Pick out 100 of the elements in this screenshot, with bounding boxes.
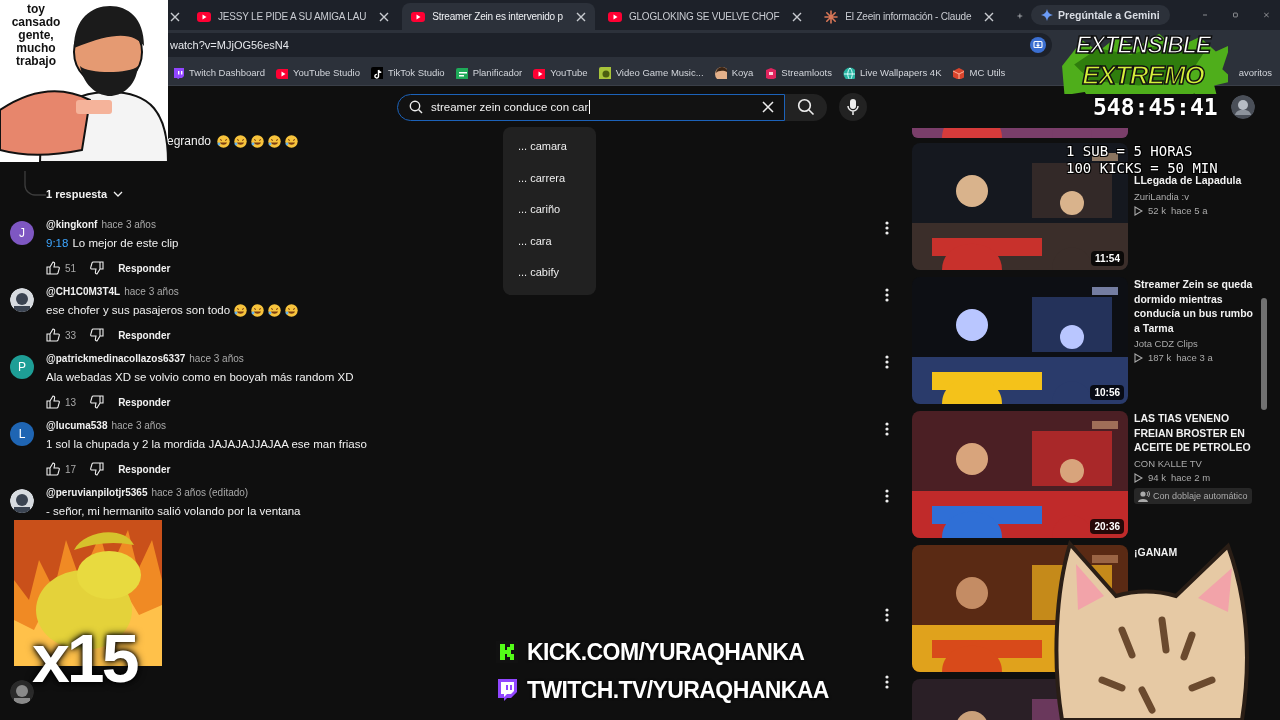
comment-author[interactable]: @patrickmedinacollazos6337 [46,353,186,364]
replies-toggle[interactable]: 1 respuesta [46,188,124,203]
channel-name[interactable]: ZuriLandia :v [1134,189,1254,204]
globe-icon [843,66,855,79]
address-bar[interactable]: watch?v=MJjOG56esN4 [168,33,1052,57]
thumbs-up-icon[interactable] [46,395,60,409]
microphone-button[interactable] [839,93,867,121]
close-icon[interactable] [575,11,586,22]
laughing-emoji-icon [285,303,299,317]
bookmark[interactable]: Streamloots [764,66,832,79]
comment-author[interactable]: @CH1C0M3T4L [46,286,121,297]
browser-tab[interactable]: GLOGLOKING SE VUELVE CHOF [598,3,812,30]
bookmark[interactable]: Video Game Music... [598,66,704,79]
youtube-icon [533,66,546,79]
close-icon[interactable] [379,11,390,22]
bookmark[interactable]: MC Utils [952,66,1006,79]
suggestion-item[interactable]: ... camara [503,131,596,163]
close-icon[interactable] [792,11,803,22]
more-icon[interactable] [885,489,889,503]
channel-link[interactable]: TWITCH.TV/YURAQHANKAA [527,678,829,702]
laughing-emoji-icon [234,134,248,148]
thumbs-down-icon[interactable] [90,395,105,409]
thumbs-down-icon[interactable] [90,462,105,476]
suggestion-item[interactable]: ... cariño [503,194,596,226]
reply-button[interactable]: Responder [118,262,171,274]
like-count: 51 [65,262,77,274]
bookmark[interactable]: Twitch Dashboard [172,66,266,79]
more-icon[interactable] [885,355,889,369]
install-icon[interactable] [1030,37,1046,53]
comment-author[interactable]: @peruvianpilotjr5365 [46,487,148,498]
browser-tab[interactable]: El Zeein información - Claude [815,3,1004,30]
comment-author[interactable]: @lucuma538 [46,420,108,431]
youtube-icon [607,9,622,24]
thread-line [24,171,46,197]
search-button[interactable] [785,93,827,121]
avatar-icon [714,66,727,79]
scrollbar-thumb[interactable] [1261,298,1267,410]
twitch-icon [496,678,518,702]
bookmark[interactable]: YouTube [533,66,588,79]
suggestion-item[interactable]: ... cabify [503,257,596,289]
reply-button[interactable]: Responder [118,396,171,408]
reply-button[interactable]: Responder [118,463,171,475]
comment-time: hace 3 años [124,286,179,297]
bookmark[interactable]: Live Wallpapers 4K [843,66,942,79]
comment-time: hace 3 años [111,420,166,431]
video-duration: 10:56 [1090,385,1124,400]
overlay-text: 100 KICKS = 50 MIN [1066,160,1218,176]
comment-text: 9:18 Lo mejor de este clip [46,235,179,251]
bookmark[interactable]: avoritos [1238,67,1272,78]
comment-text: - señor, mi hermanito salió volando por la ventana [46,504,301,519]
comment-author[interactable]: @kingkonf [46,219,98,230]
comment-time: hace 3 años (editado) [151,487,249,498]
bookmark[interactable]: TikTok Studio [370,66,445,79]
laughing-emoji-icon [251,134,265,148]
comment-text: Ala webadas XD se volvio como en booyah más random XD [46,370,354,385]
reply-button[interactable]: Responder [118,329,171,341]
thumbs-down-icon[interactable] [90,261,105,275]
timestamp-link[interactable]: 9:18 [46,235,69,251]
comment-text: 1 sol la chupada y 2 la mordida JAJAJAJJAJAA ese man friaso [46,437,367,452]
gemini-button[interactable]: Pregúntale a Gemini [1031,5,1170,25]
video-title[interactable]: LLegada de Lapadula [1134,173,1254,188]
video-title[interactable]: LAS TIAS VENENO FREIAN BROSTER EN ACEITE DE PETROLEO [1134,411,1254,455]
twitch-icon [172,66,184,79]
laughing-emoji-icon [285,134,299,148]
clear-icon[interactable] [762,101,774,113]
more-icon[interactable] [885,288,889,302]
browser-tab[interactable]: Streamer Zein es intervenido p [402,3,595,30]
voice-icon [1138,489,1150,502]
thumbs-up-icon[interactable] [46,261,60,275]
laughing-emoji-icon [268,134,282,148]
more-icon[interactable] [885,608,889,622]
bookmark[interactable]: Planificador [455,66,523,79]
browser-tab[interactable]: JESSY LE PIDE A SU AMIGA LAU [188,3,399,30]
youtube-icon [276,66,289,79]
search-field[interactable]: streamer zein conduce con car [397,93,785,121]
comment-time: hace 3 años [101,219,156,230]
suggestion-item[interactable]: ... carrera [503,162,596,194]
user-avatar: J [10,221,34,245]
chevron-down-icon [113,191,124,197]
bookmark[interactable]: YouTube Studio [276,66,360,79]
more-icon[interactable] [885,221,889,235]
calendar-icon [455,66,468,79]
close-icon[interactable] [170,11,180,22]
more-icon[interactable] [885,422,889,436]
starburst-icon [824,9,839,24]
close-icon[interactable] [984,11,995,22]
video-title[interactable]: ¡GANAM [1134,545,1254,560]
thumbs-up-icon[interactable] [46,462,60,476]
bookmark[interactable]: Koya [714,66,754,79]
channel-link[interactable]: KICK.COM/YURAQHANKA [527,640,805,664]
maximize-icon[interactable] [1233,10,1239,20]
suggestion-item[interactable]: ... cara [503,225,596,257]
thumbs-down-icon[interactable] [90,328,105,342]
play-icon [1134,472,1143,483]
more-icon[interactable] [885,675,889,689]
channel-name[interactable]: CON KALLE TV [1134,456,1254,471]
video-title[interactable]: Streamer Zein se queda dormido mientras conducía un bus rumbo a Tarma [1134,277,1254,335]
microphone-icon [847,98,859,116]
channel-name[interactable]: Jota CDZ Clips [1134,337,1254,351]
thumbs-up-icon[interactable] [46,328,60,342]
